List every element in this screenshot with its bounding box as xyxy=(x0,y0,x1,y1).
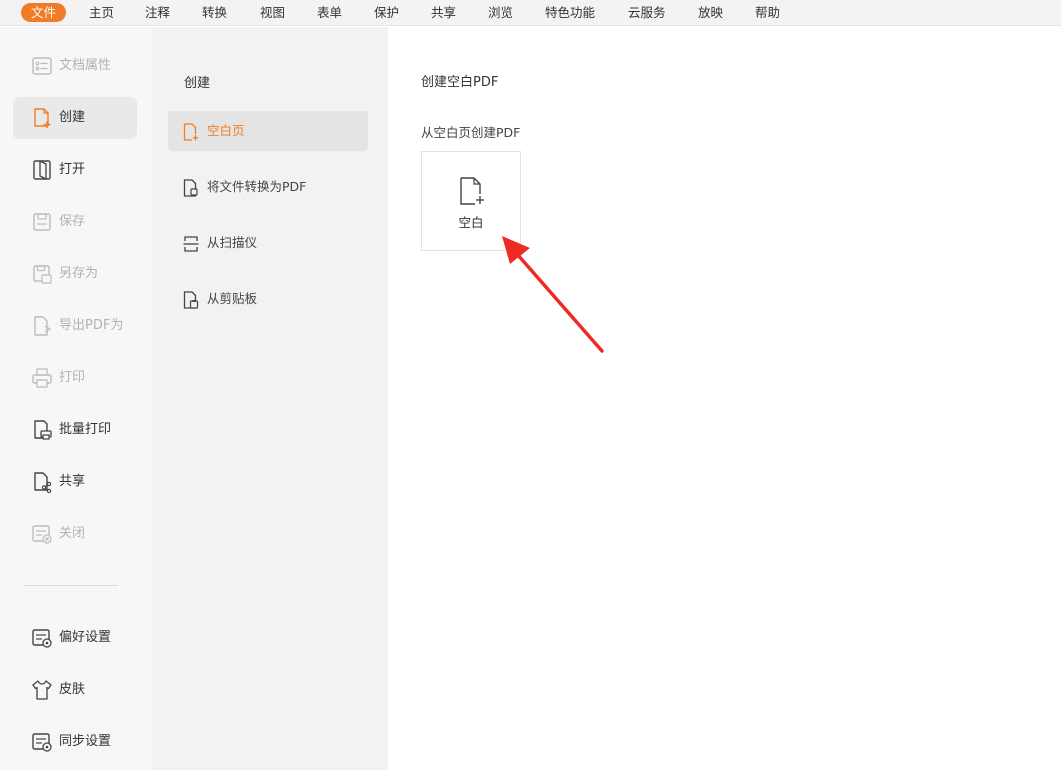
option-from-clipboard[interactable]: 从剪贴板 xyxy=(168,279,368,319)
create-icon xyxy=(34,108,51,128)
blank-document-plus-icon xyxy=(460,177,484,205)
sidebar-item-label: 关闭 xyxy=(59,526,86,541)
menu-browse[interactable]: 浏览 xyxy=(488,3,513,22)
close-doc-icon xyxy=(32,525,52,544)
preferences-icon xyxy=(32,629,52,648)
sidebar-item-label: 同步设置 xyxy=(59,734,112,749)
menu-features[interactable]: 特色功能 xyxy=(545,3,595,22)
sidebar-divider xyxy=(23,585,118,586)
blank-page-icon xyxy=(183,123,199,141)
sidebar-item-save[interactable]: 保存 xyxy=(13,201,137,243)
sidebar-item-sync-settings[interactable]: 同步设置 xyxy=(13,721,137,763)
sidebar-item-save-as[interactable]: 另存为 xyxy=(13,253,137,295)
sync-settings-icon xyxy=(32,733,52,752)
create-options-panel: 创建 空白页 将文件转换为PDF 从扫描仪 从剪贴板 xyxy=(152,27,388,770)
menu-share[interactable]: 共享 xyxy=(431,3,456,22)
sidebar-item-print[interactable]: 打印 xyxy=(13,357,137,399)
menu-view[interactable]: 视图 xyxy=(260,3,285,22)
save-icon xyxy=(33,213,51,231)
menu-help[interactable]: 帮助 xyxy=(755,3,780,22)
sidebar-item-label: 另存为 xyxy=(59,266,99,281)
sidebar-item-label: 保存 xyxy=(59,214,86,229)
sidebar-item-export[interactable]: 导出PDF为 xyxy=(13,305,137,347)
sidebar-item-label: 打开 xyxy=(59,162,86,177)
menu-convert[interactable]: 转换 xyxy=(202,3,227,22)
file-sidebar: 文档属性 创建 打开 保存 另存为 导出PDF为 打印 批量打印 共享 关闭 偏… xyxy=(0,27,152,770)
menu-protect[interactable]: 保护 xyxy=(374,3,399,22)
sidebar-item-preferences[interactable]: 偏好设置 xyxy=(13,617,137,659)
panel-title: 创建 xyxy=(184,76,211,91)
clipboard-icon xyxy=(183,291,199,309)
option-label: 从剪贴板 xyxy=(207,291,258,306)
sidebar-item-label: 批量打印 xyxy=(59,422,112,437)
share-icon xyxy=(34,472,52,493)
blank-pdf-card[interactable]: 空白 xyxy=(421,151,521,251)
option-convert-file[interactable]: 将文件转换为PDF xyxy=(168,167,368,207)
batch-print-icon xyxy=(34,420,52,440)
sidebar-item-label: 文档属性 xyxy=(59,58,112,73)
document-properties-icon xyxy=(32,57,52,75)
option-blank-page[interactable]: 空白页 xyxy=(168,111,368,151)
sidebar-item-document-properties[interactable]: 文档属性 xyxy=(13,45,137,87)
open-icon xyxy=(33,160,51,180)
content-area: 创建空白PDF 从空白页创建PDF 空白 xyxy=(388,27,1061,770)
menu-form[interactable]: 表单 xyxy=(317,3,342,22)
sidebar-item-label: 共享 xyxy=(59,474,86,489)
card-label: 空白 xyxy=(458,215,484,230)
menu-annotate[interactable]: 注释 xyxy=(145,3,170,22)
sidebar-item-skin[interactable]: 皮肤 xyxy=(13,669,137,711)
save-as-icon xyxy=(33,265,52,284)
sidebar-item-share[interactable]: 共享 xyxy=(13,461,137,503)
skin-icon xyxy=(32,680,52,700)
option-label: 空白页 xyxy=(207,123,245,138)
sidebar-item-label: 偏好设置 xyxy=(59,630,112,645)
sidebar-item-label: 打印 xyxy=(59,370,86,385)
sidebar-item-close[interactable]: 关闭 xyxy=(13,513,137,555)
content-subtitle: 从空白页创建PDF xyxy=(421,125,521,140)
menu-home[interactable]: 主页 xyxy=(89,3,114,22)
option-label: 将文件转换为PDF xyxy=(207,179,307,194)
print-icon xyxy=(32,368,52,388)
top-menubar: 文件 主页 注释 转换 视图 表单 保护 共享 浏览 特色功能 云服务 放映 帮… xyxy=(0,0,1061,26)
option-label: 从扫描仪 xyxy=(207,235,258,250)
menu-slideshow[interactable]: 放映 xyxy=(698,3,723,22)
scanner-icon xyxy=(183,236,199,252)
sidebar-item-batch-print[interactable]: 批量打印 xyxy=(13,409,137,451)
sidebar-item-label: 皮肤 xyxy=(59,682,86,697)
menu-cloud[interactable]: 云服务 xyxy=(628,3,666,22)
menu-file[interactable]: 文件 xyxy=(21,3,67,22)
export-icon xyxy=(34,316,52,336)
sidebar-item-label: 创建 xyxy=(59,110,86,125)
sidebar-item-label: 导出PDF为 xyxy=(59,318,124,333)
option-from-scanner[interactable]: 从扫描仪 xyxy=(168,223,368,263)
convert-file-icon xyxy=(183,179,198,197)
content-title: 创建空白PDF xyxy=(421,75,499,90)
sidebar-item-open[interactable]: 打开 xyxy=(13,149,137,191)
sidebar-item-create[interactable]: 创建 xyxy=(13,97,137,139)
